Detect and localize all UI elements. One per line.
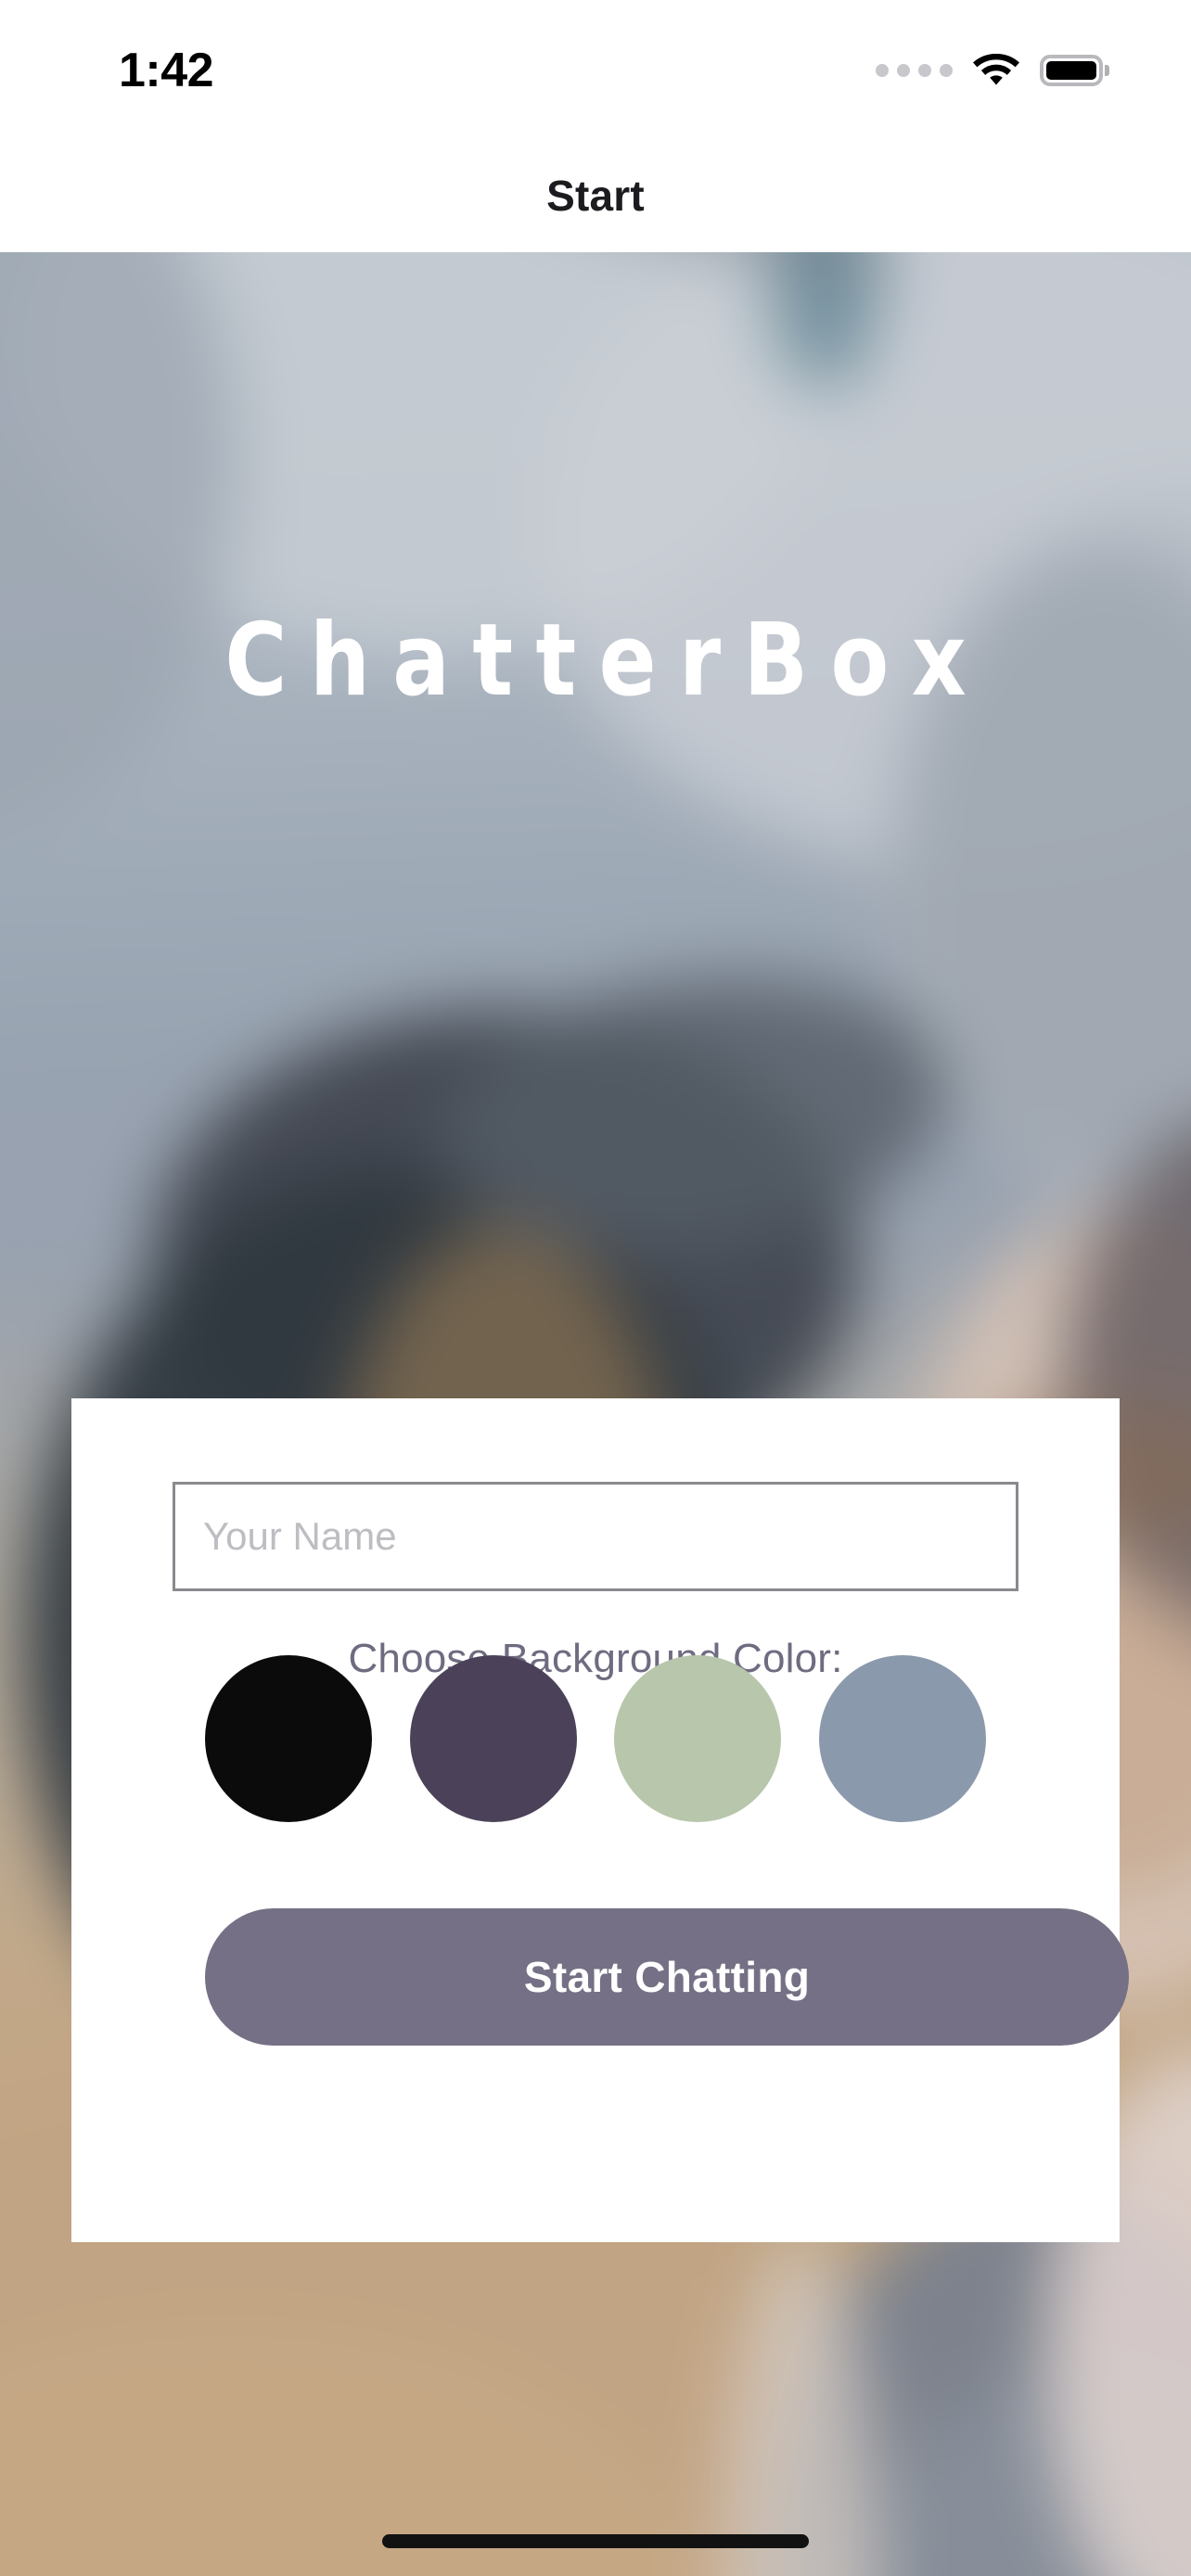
home-indicator[interactable]: [382, 2534, 809, 2548]
battery-full-icon: [1040, 55, 1109, 86]
wifi-icon: [973, 54, 1019, 85]
color-swatch-slate[interactable]: [818, 1655, 986, 1822]
navigation-bar: Start: [0, 139, 1191, 252]
app-logo: ChatterBox: [224, 603, 990, 719]
start-card: Choose Background Color: Start Chatting: [71, 1398, 1129, 2242]
color-swatch-black[interactable]: [205, 1655, 372, 1822]
name-input[interactable]: [173, 1482, 1018, 1591]
color-swatch-row: [205, 1655, 986, 1822]
status-bar-time: 1:42: [119, 44, 214, 97]
app-screen: ChatterBox Choose Background Color: Star…: [0, 0, 1191, 2576]
start-chatting-button[interactable]: Start Chatting: [205, 1908, 1129, 2046]
status-bar-indicators: [876, 48, 1109, 93]
color-swatch-sage[interactable]: [614, 1655, 782, 1822]
color-swatch-purple[interactable]: [409, 1655, 577, 1822]
signal-dots-icon: [876, 64, 953, 77]
status-bar: 1:42: [0, 0, 1191, 139]
page-title: Start: [546, 172, 645, 220]
